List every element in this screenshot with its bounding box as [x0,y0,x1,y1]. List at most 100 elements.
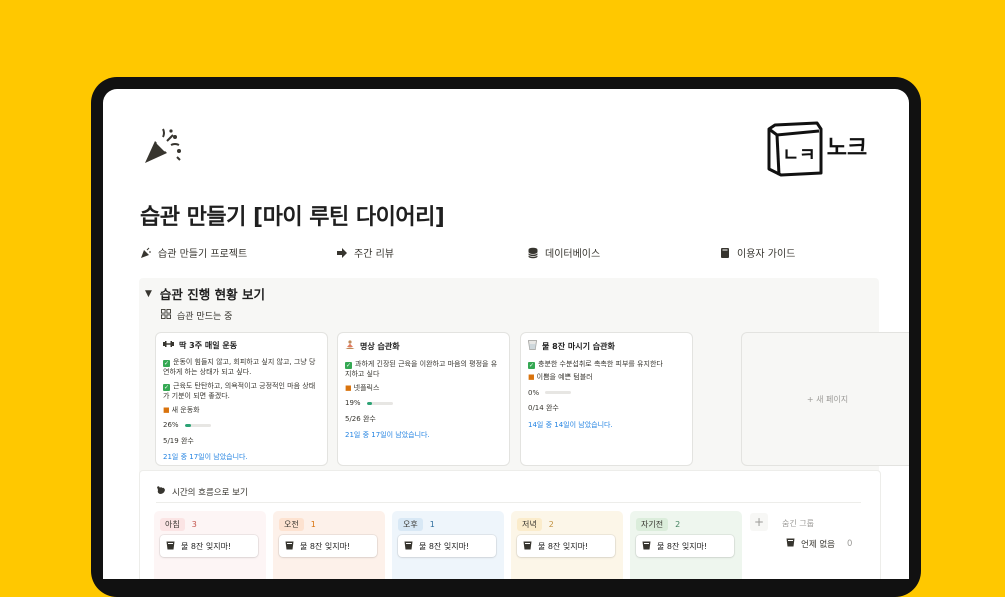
view-tab-label: 습관 만드는 중 [177,312,233,322]
logo-text: 노크 [827,136,867,161]
board-card[interactable]: 물 8잔 잊지마! [517,535,615,557]
board-card-title: 물 8잔 잊지마! [300,541,351,551]
card-desc: 근육도 탄탄하고, 의욕적이고 긍정적인 마음 상태가 기분이 되면 좋겠다. [163,381,316,401]
link-label: 습관 만들기 프로젝트 [158,249,248,260]
card-reward: 이쁨을 예쁜 텀블러 [536,373,593,381]
check-icon: ✓ [163,383,170,391]
column-tag[interactable]: 오전 [279,518,304,531]
progress-bar [545,391,572,395]
link-label: 이용자 가이드 [737,249,796,260]
section-toggle[interactable]: ▼ 습관 진행 현황 보기 [145,284,265,303]
toggle-triangle-icon[interactable]: ▼ [145,289,152,299]
gift-icon: ■ [163,405,170,414]
link-label: 주간 리뷰 [354,249,394,260]
cup-icon [786,538,795,550]
card-title: 물 8잔 마시기 습관화 [542,341,615,351]
progress-bar [184,423,211,427]
board-card-title: 물 8잔 잊지마! [538,541,589,551]
section-title: 습관 진행 현황 보기 [159,287,265,302]
board-card[interactable]: 물 8잔 잊지마! [636,535,734,557]
card-desc: 운동이 힘들지 않고, 회피하고 싶지 않고, 그냥 당연하게 하는 상태가 되… [163,357,316,377]
board-card-title: 물 8잔 잊지마! [657,541,708,551]
dumbbell-icon [163,340,174,352]
card-percent: 26% [163,421,179,429]
cup-icon [642,541,651,552]
card-done: 0/14 완수 [528,404,559,412]
notion-page: ㄴㅋ 노크 습관 만들기 [마이 루틴 다이어리] 습관 만들기 프로젝트 주간… [103,89,909,579]
party-popper-icon [140,247,152,259]
view-tab-in-progress[interactable]: 습관 만드는 중 [161,309,232,322]
plus-icon: + [753,515,765,529]
party-popper-icon[interactable] [141,127,189,175]
card-reward: 넷플릭스 [353,383,380,392]
column-tag[interactable]: 저녁 [517,518,542,531]
board-column-afternoon: 오후 1 물 8잔 잊지마! [392,511,504,579]
link-label: 데이터베이스 [545,249,601,260]
time-board: 시간의 흐름으로 보기 아침 3 물 8잔 잊지마! 오전 1 물 8잔 잊지마! … [139,470,881,579]
check-icon: ✓ [345,361,352,369]
no-date-count: 0 [846,539,853,549]
column-count: 2 [548,520,554,529]
card-done: 5/26 완수 [345,414,376,423]
link-habit-project[interactable]: 습관 만들기 프로젝트 [140,245,247,260]
column-count: 3 [191,520,197,529]
board-card[interactable]: 물 8잔 잊지마! [160,535,258,557]
book-icon [719,247,731,259]
link-row: 습관 만들기 프로젝트 주간 리뷰 데이터베이스 이용자 가이드 [140,245,860,265]
board-column-bedtime: 자기전 2 물 8잔 잊지마! [630,511,742,579]
knock-logo-icon: ㄴㅋ 노크 [763,117,873,179]
link-user-guide[interactable]: 이용자 가이드 [719,245,795,260]
board-card[interactable]: 물 8잔 잊지마! [279,535,377,557]
arrow-right-icon [336,247,348,259]
water-glass-icon [528,340,537,354]
hidden-groups-label: 숨긴 그룹 [782,519,814,528]
link-database[interactable]: 데이터베이스 [527,245,600,260]
meditation-icon [345,340,355,354]
cup-icon [166,541,175,552]
card-remain: 14일 중 14일이 남았습니다. [528,420,613,429]
board-column-morning: 아침 3 물 8잔 잊지마! [154,511,266,579]
habit-card[interactable]: 물 8잔 마시기 습관화 ✓ 충분한 수분섭취로 촉촉한 피부를 유지한다 ■ 이쁨… [520,332,693,466]
cup-icon [404,541,413,552]
board-column-forenoon: 오전 1 물 8잔 잊지마! [273,511,385,579]
add-group-button[interactable]: + [750,513,768,531]
card-remain: 21일 중 17일이 남았습니다. [345,431,430,439]
column-count: 2 [675,520,681,529]
column-tag[interactable]: 자기전 [636,518,669,531]
progress-bar [366,401,393,405]
gift-icon: ■ [345,383,352,392]
card-desc: 과하게 긴장된 근육을 이완하고 마음의 평정을 유지하고 싶다 [345,359,498,379]
card-percent: 19% [345,399,361,407]
gallery-icon [161,309,171,322]
cup-icon [285,541,294,552]
board-card[interactable]: 물 8잔 잊지마! [398,535,496,557]
card-title: 명상 습관화 [360,341,400,351]
divider [156,502,861,503]
habit-card[interactable]: 명상 습관화 ✓ 과하게 긴장된 근육을 이완하고 마음의 평정을 유지하고 싶다… [337,332,510,466]
board-view-label: 시간의 흐름으로 보기 [172,487,248,498]
new-page-button[interactable]: + 새 페이지 [741,332,909,466]
card-percent: 0% [528,388,540,397]
database-icon [527,247,539,259]
card-remain: 21일 중 17일이 남았습니다. [163,453,248,461]
check-icon: ✓ [528,361,535,369]
link-weekly-review[interactable]: 주간 리뷰 [336,245,394,260]
habit-card[interactable]: 딱 3주 매일 운동 ✓ 운동이 힘들지 않고, 회피하고 싶지 않고, 그냥 당… [155,332,328,466]
card-title: 딱 3주 매일 운동 [179,340,238,350]
card-done: 5/19 완수 [163,436,194,445]
column-count: 1 [429,520,435,529]
gift-icon: ■ [528,373,535,381]
no-date-label: 언제 없음 [801,540,835,550]
card-desc: 충분한 수분섭취로 촉촉한 피부를 유지한다 [538,359,663,368]
logo-box-text: ㄴㅋ [782,145,815,166]
column-tag[interactable]: 아침 [160,518,185,531]
board-card-title: 물 8잔 잊지마! [181,541,232,551]
board-column-evening: 저녁 2 물 8잔 잊지마! [511,511,623,579]
rooster-icon [156,485,166,498]
column-tag[interactable]: 오후 [398,518,423,531]
cup-icon [523,541,532,552]
board-view-tab[interactable]: 시간의 흐름으로 보기 [156,485,248,498]
column-count: 1 [310,520,316,529]
card-reward: 새 운동화 [171,405,200,414]
hidden-group-no-date[interactable]: 언제 없음 0 [786,538,852,550]
